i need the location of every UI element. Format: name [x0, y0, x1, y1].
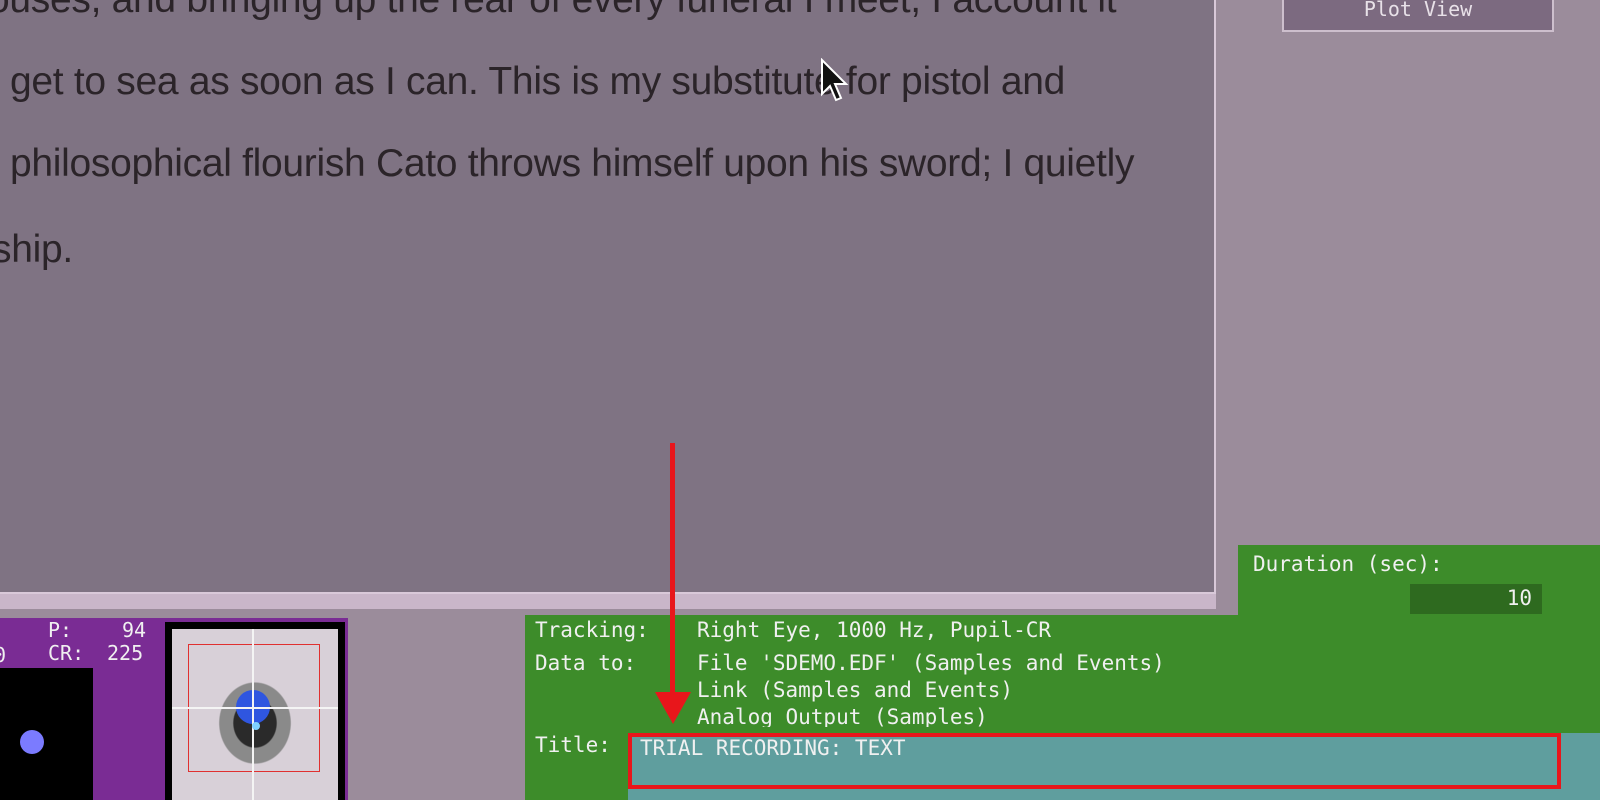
global-view-box	[0, 668, 93, 800]
pupil-label: P:	[48, 618, 73, 642]
data-to-analog: Analog Output (Samples)	[697, 705, 988, 727]
tracking-value: Right Eye, 1000 Hz, Pupil-CR	[697, 618, 1052, 642]
text-display-area: ouses, and bringing up the rear of every…	[0, 0, 1216, 609]
highlight-box	[628, 733, 1561, 789]
right-panel	[1238, 0, 1600, 545]
display-line-4: ship.	[0, 228, 73, 271]
corneal-reflection-marker	[252, 722, 260, 730]
data-to-file: File 'SDEMO.EDF' (Samples and Events)	[697, 651, 1165, 675]
pupil-value: 94	[122, 618, 147, 642]
pupil-position-dot	[20, 730, 44, 754]
annotation-arrow-head	[655, 692, 691, 724]
crosshair-vertical	[252, 629, 254, 800]
tracking-label: Tracking:	[535, 618, 649, 642]
plot-view-button[interactable]: Plot View	[1282, 0, 1554, 32]
display-line-1: ouses, and bringing up the rear of every…	[0, 0, 1117, 22]
data-to-link: Link (Samples and Events)	[697, 678, 1014, 702]
data-to-label: Data to:	[535, 651, 637, 675]
partial-value: 0	[0, 643, 7, 667]
annotation-arrow-shaft	[670, 443, 675, 701]
duration-label: Duration (sec):	[1253, 552, 1443, 576]
duration-value: 10	[1506, 586, 1532, 610]
display-line-3: philosophical flourish Cato throws himse…	[10, 142, 1135, 185]
crosshair-horizontal	[172, 707, 338, 709]
cr-label: CR:	[48, 641, 85, 665]
text-display-inner: ouses, and bringing up the rear of every…	[0, 0, 1216, 594]
cr-value: 225	[107, 641, 144, 665]
display-line-2: get to sea as soon as I can. This is my …	[10, 60, 1066, 103]
mouse-cursor-icon	[821, 58, 849, 102]
title-label: Title:	[535, 733, 611, 757]
